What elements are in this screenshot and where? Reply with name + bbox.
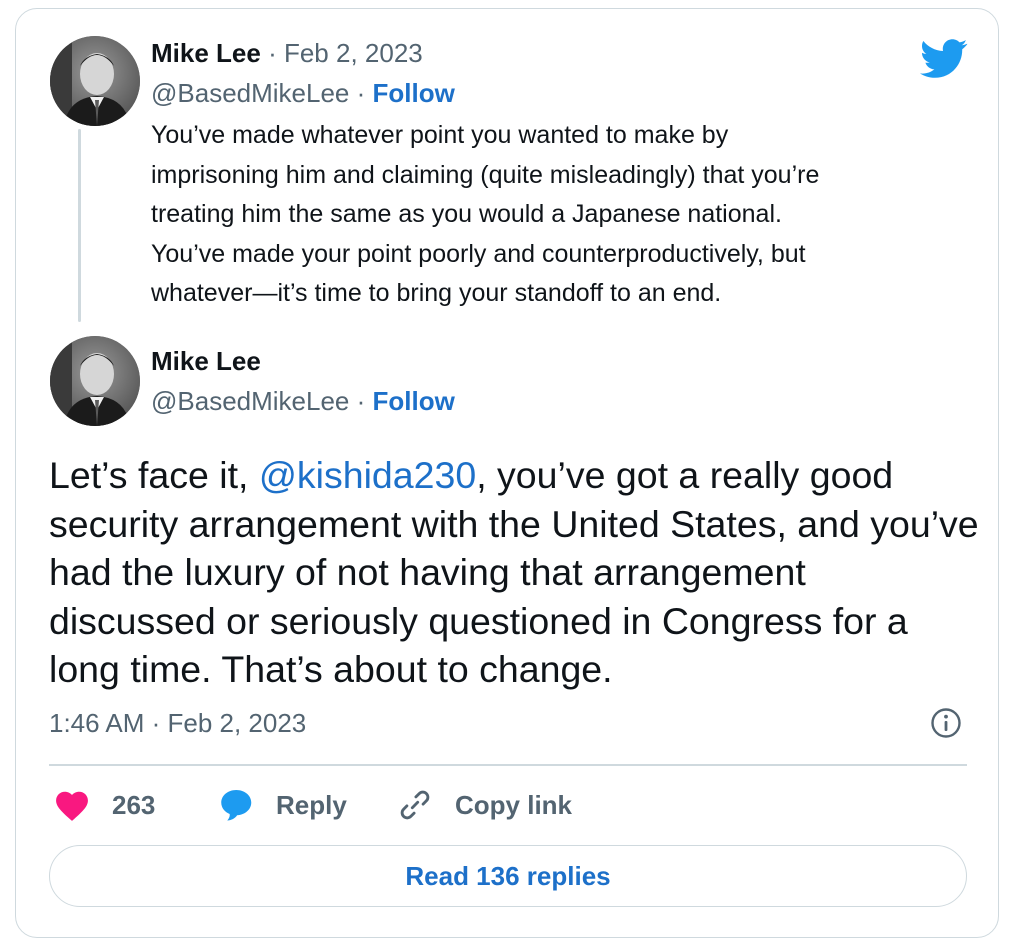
parent-tweet-text: You’ve made whatever point you wanted to… bbox=[151, 116, 971, 314]
link-icon bbox=[400, 790, 430, 820]
like-count: 263 bbox=[112, 789, 156, 820]
twitter-bird-icon[interactable] bbox=[920, 39, 968, 79]
main-handle[interactable]: @BasedMikeLee bbox=[151, 386, 349, 416]
parent-separator: · bbox=[268, 38, 277, 68]
main-tweet-text: Let’s face it, @kishida230, you’ve got a… bbox=[49, 451, 979, 694]
speech-bubble-icon bbox=[221, 790, 252, 821]
main-separator: · bbox=[356, 386, 366, 416]
parent-text-line: You’ve made whatever point you wanted to… bbox=[151, 121, 729, 149]
copy-link-button[interactable]: Copy link bbox=[397, 785, 572, 825]
read-replies-button[interactable]: Read 136 replies bbox=[49, 845, 967, 907]
mention-link[interactable]: @kishida230 bbox=[259, 454, 476, 496]
info-icon[interactable] bbox=[930, 707, 962, 739]
action-divider bbox=[49, 764, 967, 766]
heart-icon bbox=[56, 791, 88, 821]
thread-connector-line bbox=[78, 129, 81, 322]
parent-text-line: whatever—it’s time to bring your standof… bbox=[151, 279, 722, 307]
parent-avatar[interactable] bbox=[50, 36, 140, 126]
parent-text-line: imprisoning him and claiming (quite misl… bbox=[151, 160, 820, 189]
parent-author-name[interactable]: Mike Lee bbox=[151, 38, 261, 68]
main-avatar[interactable] bbox=[50, 336, 140, 426]
reply-button[interactable]: Reply bbox=[219, 785, 347, 825]
parent-handle[interactable]: @BasedMikeLee bbox=[151, 78, 349, 108]
main-follow-link[interactable]: Follow bbox=[373, 386, 455, 416]
main-author-name[interactable]: Mike Lee bbox=[151, 346, 261, 376]
parent-follow-link[interactable]: Follow bbox=[373, 78, 455, 108]
main-author-line: Mike Lee bbox=[151, 346, 261, 376]
parent-author-line: Mike Lee · Feb 2, 2023 bbox=[151, 38, 423, 68]
copy-link-label: Copy link bbox=[455, 789, 573, 820]
parent-text-line: treating him the same as you would a Jap… bbox=[151, 200, 782, 228]
main-text-before-mention: Let’s face it, bbox=[49, 454, 259, 496]
tweet-timestamp[interactable]: 1:46 AM · Feb 2, 2023 bbox=[49, 706, 306, 740]
like-button[interactable]: 263 bbox=[53, 785, 155, 825]
parent-handle-line: @BasedMikeLee · Follow bbox=[151, 78, 455, 108]
reply-label: Reply bbox=[276, 789, 347, 820]
profile-photo-icon bbox=[50, 336, 140, 426]
parent-date[interactable]: Feb 2, 2023 bbox=[284, 38, 423, 68]
main-handle-line: @BasedMikeLee · Follow bbox=[151, 386, 455, 416]
parent-text-line: You’ve made your point poorly and counte… bbox=[151, 239, 806, 268]
profile-photo-icon bbox=[50, 36, 140, 126]
